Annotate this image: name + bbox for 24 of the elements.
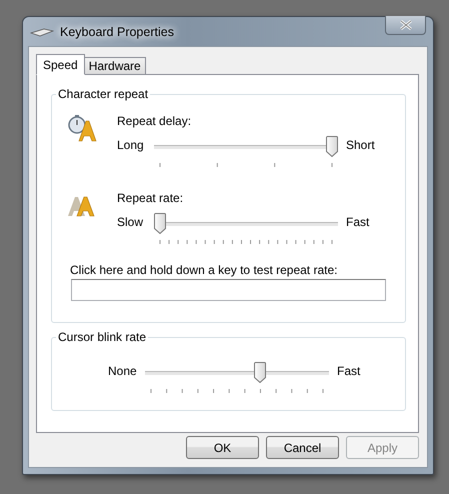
stopwatch-letter-icon: [67, 114, 97, 142]
test-input-field[interactable]: [71, 279, 386, 301]
slider-thumb[interactable]: [154, 213, 166, 234]
slider-thumb[interactable]: [254, 362, 266, 383]
slider-label: Repeat rate:: [117, 191, 184, 205]
min-label: Slow: [117, 214, 144, 229]
group-title: Cursor blink rate: [57, 330, 148, 344]
dialog-button[interactable]: OK: [186, 436, 259, 459]
max-label: Fast: [336, 363, 360, 378]
slider-thumb[interactable]: [326, 136, 338, 157]
slider-label: Repeat delay:: [117, 114, 192, 128]
dialog-button[interactable]: Cancel: [266, 436, 339, 459]
max-label: Short: [345, 137, 375, 152]
close-button[interactable]: [385, 16, 426, 35]
keyboard-icon: [30, 26, 54, 36]
min-label: None: [108, 363, 138, 378]
tab[interactable]: Hardware: [84, 57, 146, 75]
test-label: Click here and hold down a key to test repeat rate:: [70, 263, 338, 277]
max-label: Fast: [345, 214, 370, 229]
group-title: Character repeat: [57, 87, 150, 101]
close-icon: [400, 20, 412, 30]
min-label: Long: [117, 137, 145, 152]
window-title: Keyboard Properties: [60, 24, 174, 38]
tab[interactable]: Speed: [36, 54, 85, 75]
